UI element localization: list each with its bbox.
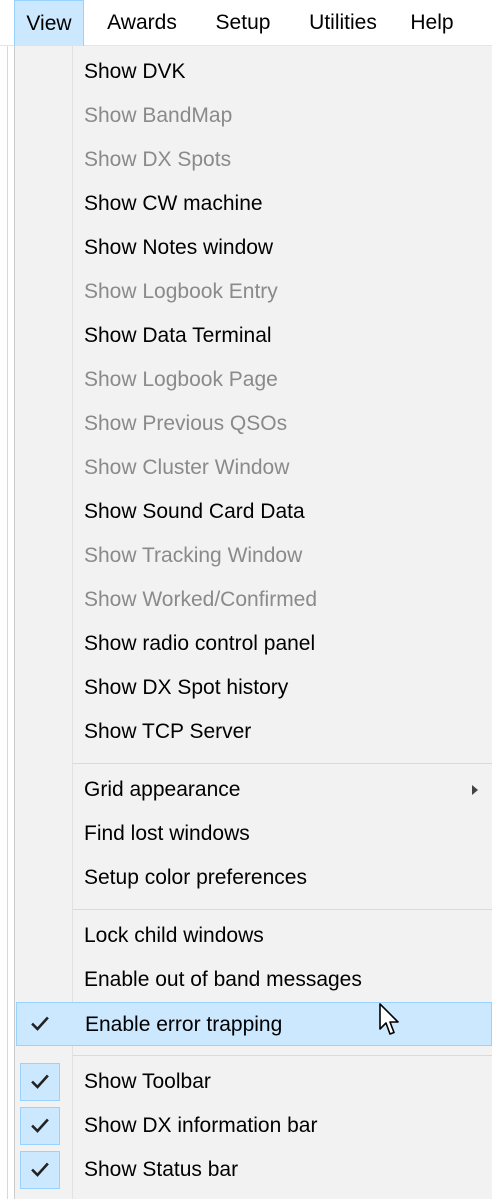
menu-view[interactable]: View <box>14 0 84 46</box>
menu-item-find-lost-windows[interactable]: Find lost windows <box>16 812 492 856</box>
menu-item-enable-error-trapping[interactable]: Enable error trapping <box>16 1002 492 1046</box>
menu-item-label: Show CW machine <box>84 192 263 215</box>
menu-item-show-dx-spots[interactable]: Show DX Spots <box>16 138 492 182</box>
menu-bar: View Awards Setup Utilities Help <box>0 0 492 46</box>
menu-item-show-logbook-entry[interactable]: Show Logbook Entry <box>16 270 492 314</box>
menu-item-label: Show Previous QSOs <box>84 412 288 435</box>
menu-item-show-previous-qsos[interactable]: Show Previous QSOs <box>16 402 492 446</box>
menu-item-label: Show Data Terminal <box>84 324 272 347</box>
menu-item-label: Setup color preferences <box>84 866 307 889</box>
menu-awards[interactable]: Awards <box>90 0 194 46</box>
window-edge <box>7 46 8 1199</box>
app-window: View Awards Setup Utilities Help Show DVK Sho… <box>0 0 492 1199</box>
menu-item-label: Show DX Spots <box>84 148 232 171</box>
menu-item-label: Show Logbook Page <box>84 368 278 391</box>
menu-item-label: Grid appearance <box>84 778 241 801</box>
menu-item-label: Enable out of band messages <box>84 968 362 991</box>
menu-item-label: Show TCP Server <box>84 720 252 743</box>
view-menu-dropdown: Show DVK Show BandMap Show DX Spots Show CW… <box>14 46 492 1199</box>
menu-item-show-dx-information-bar[interactable]: Show DX information bar <box>16 1104 492 1148</box>
menu-item-show-radio-control-panel[interactable]: Show radio control panel <box>16 622 492 666</box>
chevron-right-icon <box>472 785 478 795</box>
menu-separator <box>73 1055 492 1056</box>
menu-item-label: Enable error trapping <box>85 1013 283 1036</box>
menu-item-show-data-terminal[interactable]: Show Data Terminal <box>16 314 492 358</box>
menu-item-setup-color-preferences[interactable]: Setup color preferences <box>16 856 492 900</box>
menu-separator <box>73 909 492 910</box>
check-icon <box>20 1063 60 1101</box>
menu-item-show-cw-machine[interactable]: Show CW machine <box>16 182 492 226</box>
menu-item-show-cluster-window[interactable]: Show Cluster Window <box>16 446 492 490</box>
menu-item-show-bandmap[interactable]: Show BandMap <box>16 94 492 138</box>
menu-item-label: Find lost windows <box>84 822 250 845</box>
menu-item-show-tracking-window[interactable]: Show Tracking Window <box>16 534 492 578</box>
menu-item-label: Show radio control panel <box>84 632 316 655</box>
menu-item-label: Show Status bar <box>84 1158 239 1181</box>
menu-item-label: Show DX Spot history <box>84 676 289 699</box>
menu-item-show-tcp-server[interactable]: Show TCP Server <box>16 710 492 754</box>
menu-item-label: Show Cluster Window <box>84 456 290 479</box>
menu-item-show-worked-confirmed[interactable]: Show Worked/Confirmed <box>16 578 492 622</box>
menu-item-enable-out-of-band-messages[interactable]: Enable out of band messages <box>16 958 492 1002</box>
check-icon <box>20 1151 60 1189</box>
menu-item-label: Show Sound Card Data <box>84 500 305 523</box>
menu-item-lock-child-windows[interactable]: Lock child windows <box>16 914 492 958</box>
menu-utilities[interactable]: Utilities <box>292 0 394 46</box>
menu-help[interactable]: Help <box>398 0 466 46</box>
menu-item-label: Show Toolbar <box>84 1070 211 1093</box>
menu-item-label: Show Notes window <box>84 236 274 259</box>
menu-item-label: Show DVK <box>84 60 186 83</box>
menu-item-label: Show Worked/Confirmed <box>84 588 318 611</box>
menu-item-show-dvk[interactable]: Show DVK <box>16 50 492 94</box>
menu-item-label: Lock child windows <box>84 924 264 947</box>
menu-item-label: Show Logbook Entry <box>84 280 278 303</box>
menu-item-show-dx-spot-history[interactable]: Show DX Spot history <box>16 666 492 710</box>
menu-item-show-status-bar[interactable]: Show Status bar <box>16 1148 492 1192</box>
check-icon <box>20 1107 60 1145</box>
mouse-pointer-icon <box>379 1003 399 1035</box>
menu-item-grid-appearance[interactable]: Grid appearance <box>16 768 492 812</box>
check-icon <box>21 1006 61 1044</box>
menu-item-show-notes-window[interactable]: Show Notes window <box>16 226 492 270</box>
menu-item-label: Show Tracking Window <box>84 544 303 567</box>
menu-separator <box>73 763 492 764</box>
menu-setup[interactable]: Setup <box>200 0 286 46</box>
menu-item-show-logbook-page[interactable]: Show Logbook Page <box>16 358 492 402</box>
menu-item-label: Show BandMap <box>84 104 233 127</box>
menu-item-show-toolbar[interactable]: Show Toolbar <box>16 1060 492 1104</box>
menu-item-show-sound-card-data[interactable]: Show Sound Card Data <box>16 490 492 534</box>
menu-item-label: Show DX information bar <box>84 1114 318 1137</box>
